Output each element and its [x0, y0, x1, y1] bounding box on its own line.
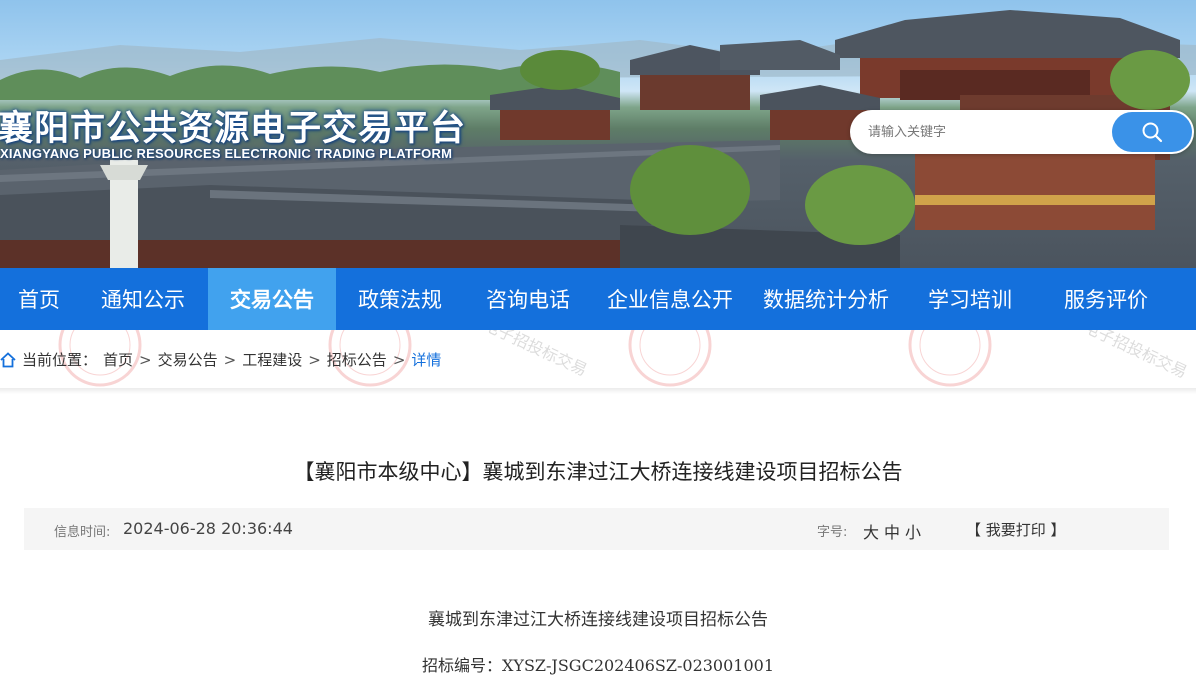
- breadcrumb-link-tender[interactable]: 招标公告: [327, 349, 387, 370]
- nav-item-consult-phone[interactable]: 咨询电话: [464, 268, 592, 330]
- breadcrumb-separator: >: [308, 350, 321, 369]
- site-title: 襄阳市公共资源电子交易平台: [0, 109, 467, 149]
- watermark-seal-icon: [628, 330, 712, 387]
- nav-item-statistics[interactable]: 数据统计分析: [748, 268, 904, 330]
- breadcrumb-prefix: 当前位置：: [22, 351, 98, 369]
- home-icon: [0, 351, 16, 367]
- breadcrumb-separator: >: [223, 350, 237, 369]
- search-icon: [1142, 122, 1163, 143]
- font-size-medium-button[interactable]: 中: [884, 519, 900, 543]
- print-button[interactable]: 【 我要打印 】: [966, 519, 1066, 540]
- font-size-large-button[interactable]: 大: [863, 519, 879, 543]
- header-banner: 襄阳市公共资源电子交易平台 XIANGYANG PUBLIC RESOURCES…: [0, 0, 1196, 268]
- search-button[interactable]: [1112, 112, 1192, 152]
- breadcrumb-link-home[interactable]: 首页: [103, 349, 133, 370]
- bid-number: 招标编号：XYSZ-JSGC202406SZ-023001001: [421, 656, 775, 675]
- watermark-text: 电子招投标交易: [480, 330, 591, 380]
- site-subtitle: XIANGYANG PUBLIC RESOURCES ELECTRONIC TR…: [0, 146, 453, 161]
- info-time-label: 信息时间:: [54, 525, 111, 540]
- nav-item-home[interactable]: 首页: [0, 268, 78, 330]
- info-time-value: 2024-06-28 20:36:44: [123, 519, 293, 538]
- breadcrumb-bar: 电子招投标交易 电子招投标交易 当前位置： 首页 > 交易公告 > 工程建设 >…: [0, 330, 1196, 388]
- font-size-small-button[interactable]: 小: [905, 519, 921, 543]
- breadcrumb-link-transaction[interactable]: 交易公告: [158, 349, 218, 370]
- nav-item-policies[interactable]: 政策法规: [336, 268, 464, 330]
- breadcrumb: 当前位置： 首页 > 交易公告 > 工程建设 > 招标公告 > 详情: [0, 349, 447, 370]
- search-box: [850, 110, 1194, 154]
- nav-item-training[interactable]: 学习培训: [904, 268, 1036, 330]
- nav-item-notices[interactable]: 通知公示: [78, 268, 208, 330]
- article-title: 【襄阳市本级中心】襄城到东津过江大桥连接线建设项目招标公告: [293, 460, 903, 484]
- breadcrumb-current: 详情: [411, 351, 442, 369]
- nav-item-service-rating[interactable]: 服务评价: [1036, 268, 1176, 330]
- divider: [0, 388, 1196, 394]
- nav-item-transaction-announcements[interactable]: 交易公告: [208, 268, 336, 330]
- article-body-title: 襄城到东津过江大桥连接线建设项目招标公告: [428, 610, 768, 630]
- article-meta-bar: 信息时间: 2024-06-28 20:36:44 字号: 大 中 小 【 我要…: [24, 508, 1169, 550]
- main-nav: 首页 通知公示 交易公告 政策法规 咨询电话 企业信息公开 数据统计分析 学习培…: [0, 268, 1196, 330]
- breadcrumb-separator: >: [139, 350, 152, 369]
- font-size-label: 字号:: [817, 525, 848, 540]
- nav-item-enterprise-info[interactable]: 企业信息公开: [592, 268, 748, 330]
- breadcrumb-link-engineering[interactable]: 工程建设: [242, 349, 302, 370]
- watermark-seal-icon: [908, 330, 992, 387]
- watermark-text: 电子招投标交易: [1080, 330, 1191, 382]
- breadcrumb-separator: >: [392, 350, 406, 369]
- search-input[interactable]: [868, 118, 1108, 146]
